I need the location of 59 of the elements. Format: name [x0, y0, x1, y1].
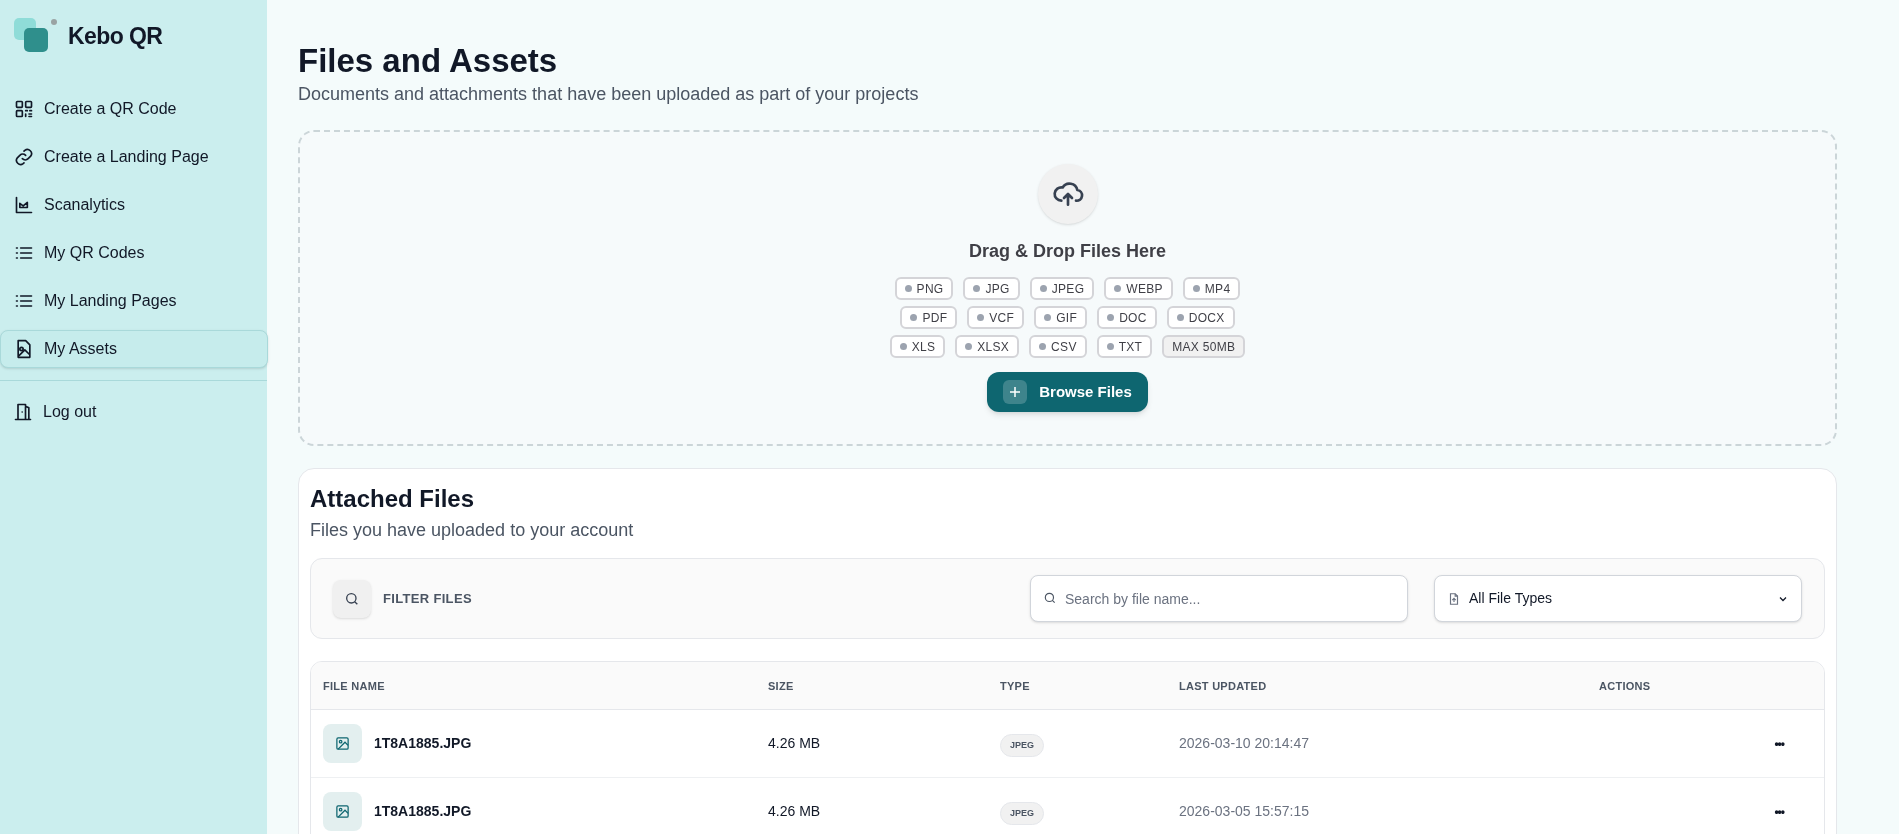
table-cell-text: 4.26 MB — [768, 802, 822, 822]
type-badge: JPEG — [1000, 801, 1044, 825]
dropzone[interactable]: Drag & Drop Files Here PNG JPG JPEG WEBP MP4 PDF VCF GIF DOC DOCX XLS XLSX CSV TXT MAX 50MB Browse Files — [298, 130, 1837, 447]
filter-label: FILTER FILES — [383, 590, 472, 608]
sidebar-item[interactable]: Create a QR Code — [0, 90, 268, 128]
file-type-tag: PNG — [894, 277, 954, 301]
sidebar-item[interactable]: Create a Landing Page — [0, 138, 268, 176]
table-cell-text: 2026-03-05 15:57:15 — [1179, 802, 1310, 822]
sidebar-item[interactable]: Scanalytics — [0, 186, 268, 224]
search-icon — [333, 579, 371, 618]
size-limit-tag: MAX 50MB — [1162, 335, 1246, 359]
sidebar-item[interactable]: My QR Codes — [0, 234, 268, 272]
column-header: SIZE — [768, 678, 795, 694]
dropzone-heading: Drag & Drop Files Here — [968, 240, 1167, 264]
column-header: FILE NAME — [323, 678, 386, 694]
column-header: ACTIONS — [1599, 678, 1652, 694]
column-header: LAST UPDATED — [1179, 678, 1268, 694]
more-actions-button[interactable]: ••• — [1774, 802, 1784, 821]
page-title: Files and Assets — [298, 41, 559, 81]
file-type-tag: PDF — [900, 306, 958, 330]
type-badge: JPEG — [1000, 733, 1044, 757]
section-title: Attached Files — [310, 484, 476, 515]
qr-code-icon — [14, 99, 34, 119]
search-icon — [1043, 591, 1057, 606]
file-name: 1T8A1885.JPG — [374, 802, 472, 822]
section-subtitle: Files you have uploaded to your account — [310, 519, 635, 543]
sidebar-item[interactable]: My Landing Pages — [0, 282, 268, 320]
file-icon — [1447, 591, 1461, 606]
image-icon — [323, 724, 362, 764]
file-type-tag: GIF — [1034, 306, 1088, 330]
plus-icon — [1003, 380, 1028, 405]
table-cell-text: 4.26 MB — [768, 734, 822, 754]
file-type-tag: JPG — [963, 277, 1020, 301]
file-type-tag: WEBP — [1104, 277, 1173, 301]
search-field[interactable]: Search by file name... — [1030, 575, 1408, 623]
brand-name: Kebo QR — [68, 21, 163, 51]
dropdown-value: All File Types — [1469, 589, 1553, 609]
link-icon — [14, 147, 34, 167]
logout-link[interactable]: Log out — [0, 393, 267, 431]
file-type-tag: XLSX — [955, 335, 1020, 359]
file-type-tag: JPEG — [1029, 277, 1095, 301]
table-cell-text: 2026-03-10 20:14:47 — [1179, 734, 1310, 754]
more-actions-button[interactable]: ••• — [1774, 734, 1784, 753]
file-type-tag: CSV — [1029, 335, 1087, 359]
file-name: 1T8A1885.JPG — [374, 734, 472, 754]
file-type-tag: DOC — [1097, 306, 1157, 330]
image-file-icon — [14, 339, 34, 359]
file-type-tag: MP4 — [1182, 277, 1241, 301]
page-subtitle: Documents and attachments that have been uploaded as part of your projects — [298, 83, 920, 107]
door-icon — [13, 402, 33, 422]
browse-files-button[interactable]: Browse Files — [987, 372, 1148, 413]
file-type-tag: TXT — [1096, 335, 1153, 359]
sidebar-item[interactable]: My Assets — [0, 330, 268, 368]
file-type-tag: XLS — [889, 335, 946, 359]
file-type-tag: DOCX — [1166, 306, 1235, 330]
file-type-dropdown[interactable]: All File Types — [1434, 575, 1802, 623]
column-header: TYPE — [1000, 678, 1031, 694]
chart-icon — [14, 195, 34, 215]
file-type-tag: VCF — [967, 306, 1025, 330]
